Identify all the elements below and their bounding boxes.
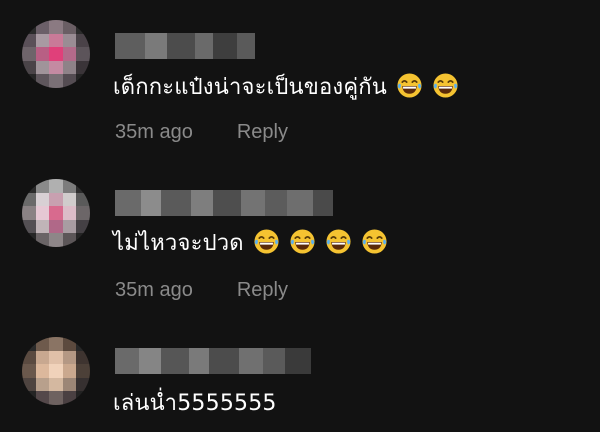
username-blurred[interactable] [115, 33, 255, 59]
laughing-with-tears-emoji-icon [253, 228, 280, 255]
username-blurred[interactable] [115, 190, 333, 216]
comment-meta: 35m ago Reply [115, 121, 288, 144]
laughing-with-tears-emoji-icon [361, 228, 388, 255]
avatar[interactable] [22, 337, 90, 405]
comment-meta: 35m ago Reply [115, 279, 288, 302]
avatar[interactable] [22, 20, 90, 88]
comment-body: เด็กกะแป๋งน่าจะเป็นของคู่กัน [113, 75, 388, 100]
laughing-with-tears-emoji-icon [432, 72, 459, 99]
username-blurred[interactable] [115, 348, 311, 374]
reply-button[interactable]: Reply [237, 121, 288, 143]
comment-body: ไม่ไหวจะปวด [113, 231, 244, 256]
avatar[interactable] [22, 179, 90, 247]
laughing-with-tears-emoji-icon [325, 228, 352, 255]
timestamp: 35m ago [115, 279, 193, 301]
timestamp: 35m ago [115, 121, 193, 143]
laughing-with-tears-emoji-icon [289, 228, 316, 255]
comment-text: เล่นน่ำ5555555 [113, 389, 277, 419]
reply-button[interactable]: Reply [237, 279, 288, 301]
comment-body: เล่นน่ำ5555555 [113, 391, 277, 416]
comment-text: เด็กกะแป๋งน่าจะเป็นของคู่กัน [113, 72, 459, 103]
laughing-with-tears-emoji-icon [396, 72, 423, 99]
comment-text: ไม่ไหวจะปวด [113, 228, 388, 259]
